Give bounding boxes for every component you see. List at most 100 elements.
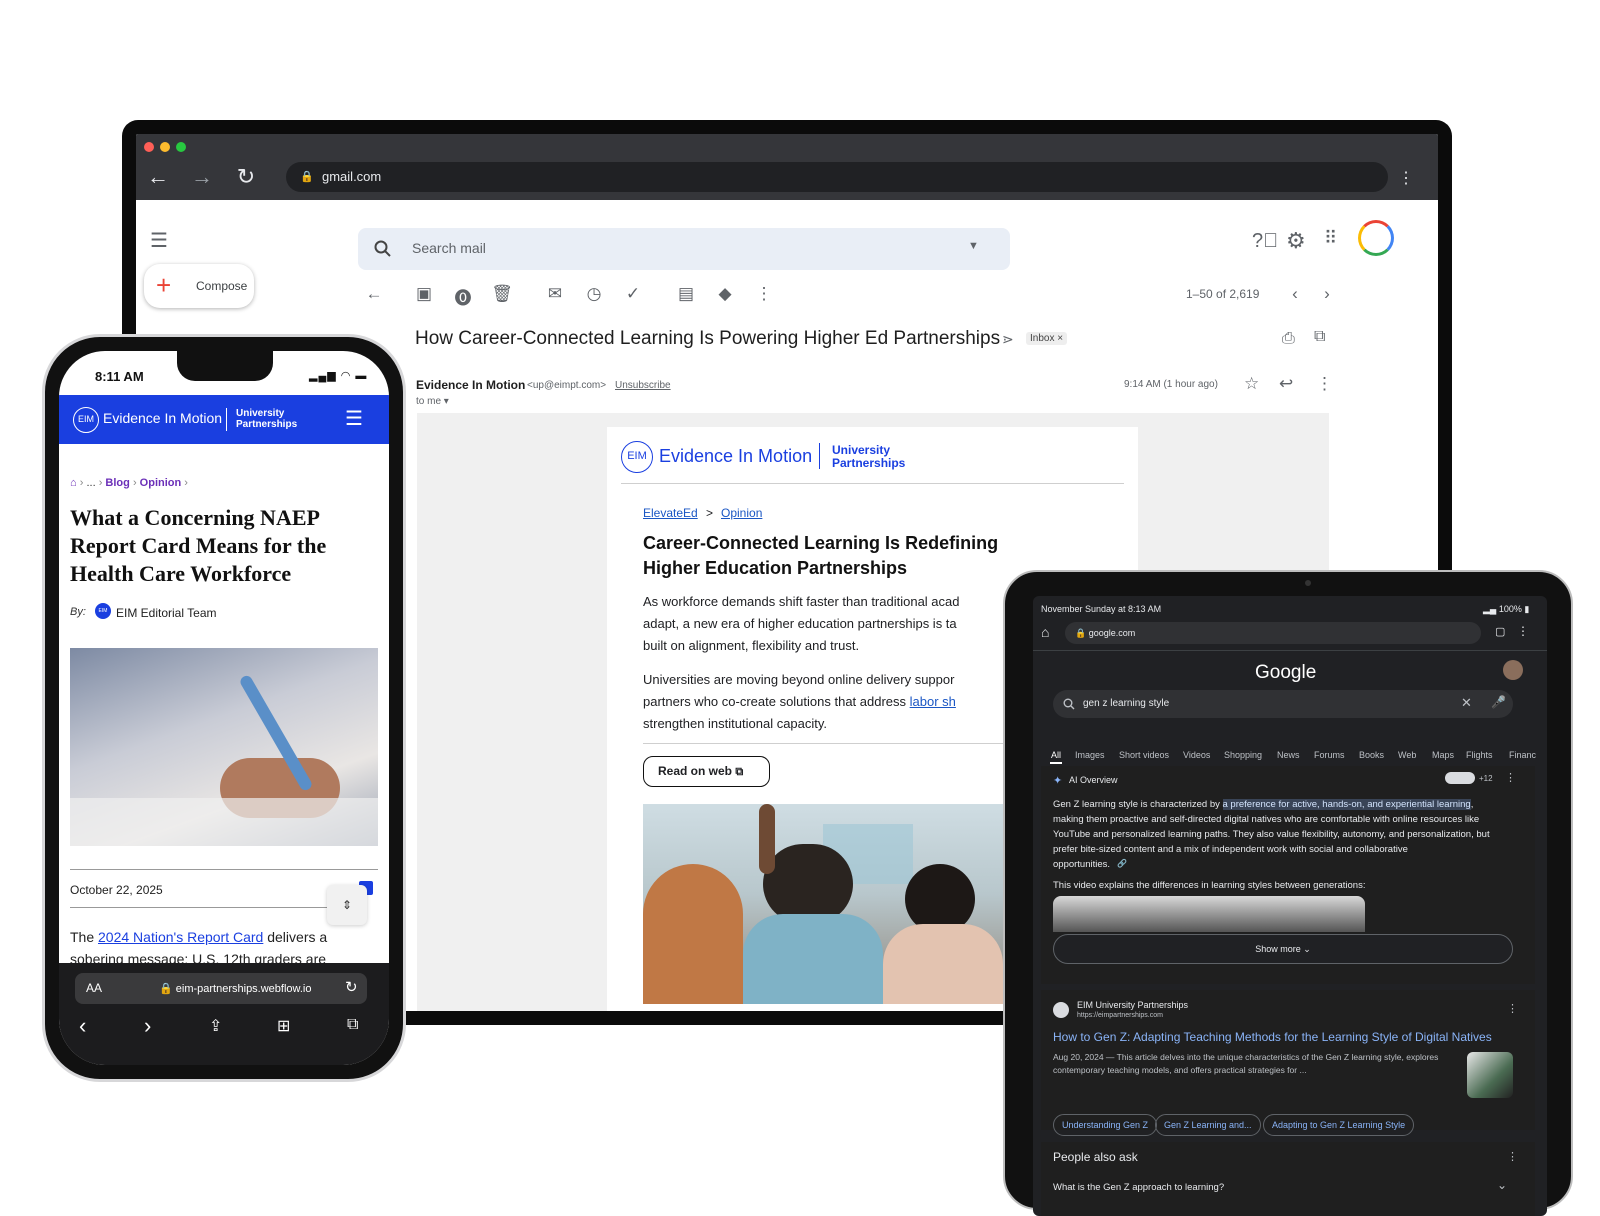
tab-all[interactable]: All bbox=[1051, 750, 1061, 760]
breadcrumb-opinion[interactable]: Opinion bbox=[140, 477, 182, 489]
hamburger-menu-icon[interactable]: ☰ bbox=[150, 228, 168, 253]
labor-shortage-link[interactable]: labor sh bbox=[910, 694, 956, 709]
settings-gear-icon[interactable]: ⚙ bbox=[1286, 228, 1306, 254]
tab-images[interactable]: Images bbox=[1075, 750, 1105, 760]
tab-news[interactable]: News bbox=[1277, 750, 1300, 760]
ai-text-pre: Gen Z learning style is characterized by bbox=[1053, 799, 1223, 810]
account-avatar[interactable] bbox=[1503, 660, 1523, 680]
recipient-dropdown[interactable]: to me ▾ bbox=[416, 396, 449, 407]
result-thumbnail[interactable] bbox=[1467, 1052, 1513, 1098]
forward-arrow-icon[interactable]: → bbox=[188, 164, 216, 190]
paa-more-icon[interactable]: ⋮ bbox=[1507, 1150, 1518, 1163]
result-site-name: EIM University Partnerships bbox=[1077, 1000, 1189, 1010]
maximize-window-button[interactable] bbox=[176, 142, 186, 152]
tab-forums[interactable]: Forums bbox=[1314, 750, 1345, 760]
apps-grid-icon[interactable]: ⠿ bbox=[1324, 228, 1337, 249]
remove-label-icon[interactable]: × bbox=[1057, 333, 1063, 344]
result-more-icon[interactable]: ⋮ bbox=[1507, 1002, 1518, 1015]
tab-videos[interactable]: Videos bbox=[1183, 750, 1210, 760]
phone-notch bbox=[177, 351, 273, 381]
result-title-link[interactable]: How to Gen Z: Adapting Teaching Methods … bbox=[1053, 1030, 1492, 1044]
video-thumbnail[interactable] bbox=[1053, 896, 1365, 932]
paa-question-1[interactable]: What is the Gen Z approach to learning? bbox=[1053, 1182, 1224, 1193]
star-icon[interactable]: ☆ bbox=[1244, 374, 1259, 394]
show-more-button[interactable]: Show more ⌄ bbox=[1053, 934, 1513, 964]
inbox-label-chip[interactable]: Inbox × bbox=[1026, 332, 1068, 345]
tab-shopping[interactable]: Shopping bbox=[1224, 750, 1262, 760]
message-more-icon[interactable]: ⋮ bbox=[1316, 374, 1333, 394]
scroll-toggle-icon[interactable]: ⇕ bbox=[327, 885, 367, 925]
report-spam-icon[interactable]: ⓿ bbox=[452, 284, 474, 309]
ai-text-highlight: a preference for active, hands-on, and e… bbox=[1222, 799, 1471, 810]
tab-books[interactable]: Books bbox=[1359, 750, 1384, 760]
back-chevron-icon[interactable]: ‹ bbox=[79, 1013, 86, 1039]
tab-count-icon[interactable]: ▢ bbox=[1495, 625, 1505, 638]
search-result-card: EIM University Partnerships https://eimp… bbox=[1041, 990, 1535, 1130]
address-bar[interactable]: 🔒 gmail.com bbox=[286, 162, 1388, 192]
label-icon[interactable]: ◆ bbox=[714, 284, 736, 304]
tabs-icon[interactable]: ⧉ bbox=[347, 1016, 358, 1034]
site-menu-icon[interactable]: ☰ bbox=[345, 406, 363, 431]
read-on-web-button[interactable]: Read on web ⧉ bbox=[643, 756, 770, 787]
move-to-icon[interactable]: ▤ bbox=[675, 284, 697, 304]
breadcrumb-ellipsis[interactable]: ... bbox=[86, 477, 95, 489]
tab-maps[interactable]: Maps bbox=[1432, 750, 1454, 760]
tab-flights[interactable]: Flights bbox=[1466, 750, 1493, 760]
ai-more-icon[interactable]: ⋮ bbox=[1505, 771, 1516, 784]
important-marker-icon[interactable]: ⋗ bbox=[1002, 331, 1014, 348]
archive-icon[interactable]: ▣ bbox=[413, 284, 435, 304]
voice-search-icon[interactable]: 🎤 bbox=[1491, 695, 1506, 709]
add-task-icon[interactable]: ✓ bbox=[622, 284, 644, 304]
mark-unread-icon[interactable]: ✉ bbox=[544, 284, 566, 304]
search-icon[interactable] bbox=[374, 240, 392, 258]
delete-icon[interactable]: 🗑 bbox=[491, 284, 513, 304]
reply-icon[interactable]: ↩ bbox=[1279, 374, 1293, 394]
citation-link-icon[interactable]: 🔗 bbox=[1117, 859, 1127, 868]
older-chevron-icon[interactable]: › bbox=[1316, 284, 1338, 304]
search-options-icon[interactable]: ▼ bbox=[968, 240, 979, 252]
tablet-address-bar[interactable]: 🔒 google.com bbox=[1065, 622, 1481, 644]
related-chip-understanding[interactable]: Understanding Gen Z bbox=[1053, 1114, 1158, 1136]
search-mail-field[interactable]: Search mail ▼ bbox=[358, 228, 1010, 270]
tab-web[interactable]: Web bbox=[1398, 750, 1416, 760]
source-favicons[interactable] bbox=[1445, 772, 1475, 784]
home-icon[interactable]: ⌂ bbox=[1041, 624, 1049, 640]
author-name[interactable]: EIM Editorial Team bbox=[116, 606, 216, 620]
tab-short-videos[interactable]: Short videos bbox=[1119, 750, 1169, 760]
reload-icon[interactable]: ↻ bbox=[232, 164, 260, 190]
bookmarks-icon[interactable]: ⊞ bbox=[277, 1016, 290, 1036]
snooze-icon[interactable]: ◷ bbox=[583, 284, 605, 304]
back-arrow-icon[interactable]: ← bbox=[144, 164, 172, 190]
report-card-link[interactable]: 2024 Nation's Report Card bbox=[98, 929, 263, 945]
breadcrumb-opinion[interactable]: Opinion bbox=[721, 506, 762, 520]
close-window-button[interactable] bbox=[144, 142, 154, 152]
breadcrumb-elevateed[interactable]: ElevateEd bbox=[643, 506, 698, 520]
print-icon[interactable]: ⎙ bbox=[1282, 330, 1295, 348]
related-chip-adapting[interactable]: Adapting to Gen Z Learning Style bbox=[1263, 1114, 1415, 1136]
email-para2-line2-text: partners who co-create solutions that ad… bbox=[643, 694, 910, 709]
text-size-button[interactable]: AA bbox=[86, 981, 102, 995]
date-rule-bottom bbox=[70, 907, 330, 908]
breadcrumb-blog[interactable]: Blog bbox=[105, 477, 129, 489]
clear-search-icon[interactable]: ✕ bbox=[1461, 695, 1472, 711]
more-options-icon[interactable]: ⋮ bbox=[753, 284, 775, 304]
back-to-inbox-icon[interactable]: ← bbox=[363, 284, 385, 304]
home-icon[interactable]: ⌂ bbox=[70, 477, 77, 489]
help-icon[interactable]: ?⃝ bbox=[1252, 230, 1278, 253]
chevron-down-icon[interactable]: ⌄ bbox=[1497, 1178, 1507, 1192]
compose-button[interactable]: + Compose bbox=[144, 264, 254, 308]
google-search-box[interactable]: gen z learning style ✕ 🎤 bbox=[1053, 690, 1513, 718]
minimize-window-button[interactable] bbox=[160, 142, 170, 152]
tablet-menu-icon[interactable]: ⋮ bbox=[1517, 624, 1529, 638]
reload-icon[interactable]: ↻ bbox=[345, 978, 358, 996]
forward-chevron-icon[interactable]: › bbox=[144, 1013, 151, 1039]
safari-address-bar[interactable]: AA 🔒 eim-partnerships.webflow.io ↻ bbox=[75, 973, 367, 1004]
share-sheet-icon[interactable]: ⇪ bbox=[209, 1016, 222, 1036]
unsubscribe-link[interactable]: Unsubscribe bbox=[615, 380, 671, 391]
browser-menu-icon[interactable]: ⋮ bbox=[1398, 168, 1414, 188]
open-new-window-icon[interactable]: ⧉ bbox=[1314, 328, 1325, 346]
account-avatar[interactable] bbox=[1358, 220, 1394, 256]
tab-finance[interactable]: Financ bbox=[1509, 750, 1536, 760]
related-chip-learning[interactable]: Gen Z Learning and... bbox=[1155, 1114, 1261, 1136]
newer-chevron-icon[interactable]: ‹ bbox=[1284, 284, 1306, 304]
